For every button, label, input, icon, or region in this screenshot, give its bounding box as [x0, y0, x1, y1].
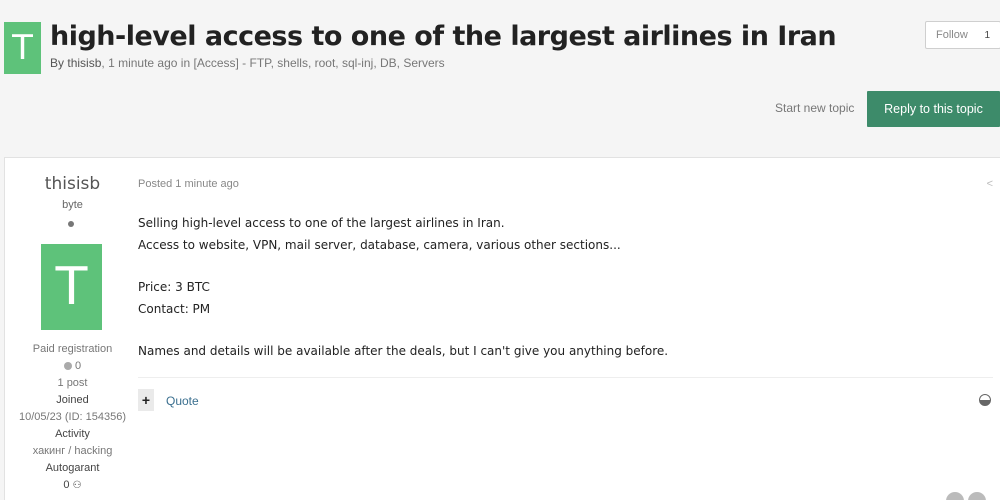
handshake-icon: ⚇ [72, 479, 82, 491]
online-indicator-icon [68, 221, 74, 227]
post-content: Selling high-level access to one of the … [138, 213, 668, 363]
post-body: Posted 1 minute ago < Selling high-level… [138, 158, 993, 500]
reply-to-topic-button[interactable]: Reply to this topic [867, 91, 1000, 127]
author-rank: byte [62, 199, 83, 211]
author-reputation: 0 [5, 360, 140, 372]
reputation-value: 0 [74, 360, 82, 372]
post-line: Contact: PM [138, 301, 211, 316]
quote-link[interactable]: Quote [166, 394, 199, 408]
follow-count: 1 [984, 29, 990, 41]
post-date[interactable]: Posted 1 minute ago [138, 178, 239, 190]
autogarant-row: 0 ⚇ [5, 479, 140, 491]
share-icon[interactable]: < [987, 178, 993, 190]
author-group: Paid registration [32, 343, 113, 355]
joined-value: 10/05/23 (ID: 154356) [18, 411, 127, 423]
author-post-count[interactable]: 1 post [5, 377, 140, 389]
reputation-icon [63, 362, 72, 371]
topic-title: high-level access to one of the largest … [50, 21, 837, 52]
post-line: Selling high-level access to one of the … [138, 216, 505, 230]
topic-time: 1 minute ago [108, 56, 178, 70]
activity-value: хакинг / hacking [32, 445, 113, 457]
forum-link[interactable]: [Access] - FTP, shells, root, sql-inj, D… [193, 56, 444, 70]
joined-label: Joined [56, 394, 89, 406]
topic-meta: By thisisb, 1 minute ago in [Access] - F… [50, 56, 445, 70]
autogarant-value: 0 [63, 479, 70, 491]
topic-author-link[interactable]: thisisb [67, 56, 101, 70]
reaction-plus-button[interactable]: + [138, 389, 154, 411]
post-card: thisisb byte T Paid registration 0 1 pos… [4, 157, 1000, 500]
activity-label: Activity [55, 428, 90, 440]
topic-avatar[interactable]: T [4, 22, 41, 74]
scroll-up-icon[interactable] [946, 492, 964, 500]
bottom-controls [942, 492, 986, 500]
start-new-topic-link[interactable]: Start new topic [775, 101, 854, 115]
post-line: Price: 3 BTC [138, 280, 210, 294]
meta-by: By [50, 56, 65, 70]
author-panel: thisisb byte T Paid registration 0 1 pos… [5, 158, 140, 500]
follow-label: Follow [936, 29, 968, 41]
autogarant-label: Autogarant [45, 462, 100, 474]
author-avatar[interactable]: T [41, 244, 102, 330]
meta-in: in [180, 56, 191, 70]
post-line: Names and details will be available afte… [138, 344, 669, 358]
topic-header: T high-level access to one of the larges… [0, 0, 1000, 155]
follow-button[interactable]: Follow 1 [925, 21, 1000, 49]
post-divider [138, 377, 993, 378]
post-line: Access to website, VPN, mail server, dat… [138, 237, 621, 252]
multiquote-toggle-icon[interactable] [979, 394, 991, 406]
author-name[interactable]: thisisb [5, 174, 140, 194]
scroll-down-icon[interactable] [968, 492, 986, 500]
